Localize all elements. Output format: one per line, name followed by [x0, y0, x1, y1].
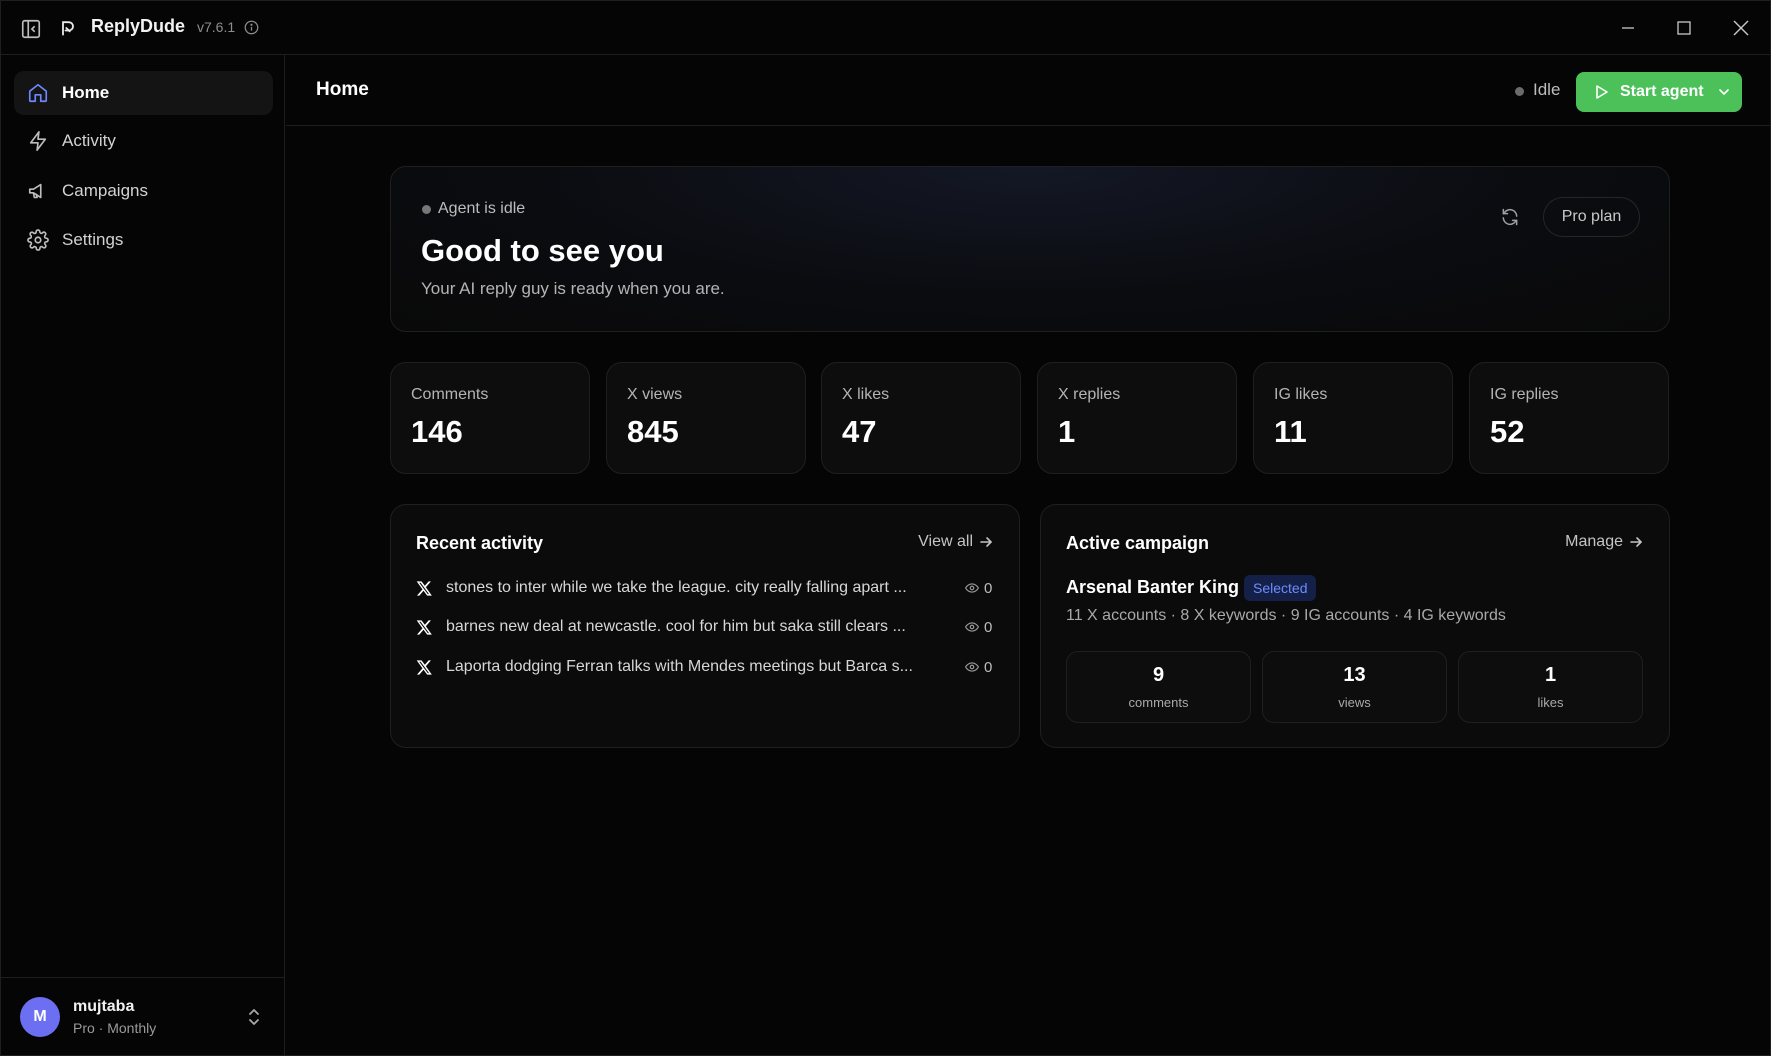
stat-card-x-views: X views 845 — [606, 362, 806, 474]
start-agent-button[interactable]: Start agent — [1576, 72, 1742, 112]
campaign-stat-value: 13 — [1343, 664, 1366, 686]
user-menu[interactable]: M mujtaba Pro · Monthly — [1, 977, 284, 1056]
x-logo-icon — [416, 580, 432, 596]
welcome-subtitle: Your AI reply guy is ready when you are. — [421, 279, 725, 298]
campaign-stat-label: comments — [1128, 695, 1189, 710]
activity-text: stones to inter while we take the league… — [446, 579, 907, 596]
recent-activity-panel: Recent activity View all stones to inter… — [390, 504, 1020, 748]
campaign-stat-likes: 1 likes — [1458, 651, 1643, 723]
gear-icon — [27, 229, 49, 251]
agent-status: Idle — [1533, 80, 1561, 99]
home-icon — [28, 83, 48, 103]
campaign-meta: 11 X accounts · 8 X keywords · 9 IG acco… — [1066, 607, 1506, 624]
eye-icon — [965, 583, 979, 593]
stat-label: IG replies — [1490, 386, 1559, 403]
status-dot — [422, 205, 431, 214]
status-dot — [1515, 87, 1524, 96]
manage-label: Manage — [1565, 533, 1623, 550]
arrow-right-icon — [980, 537, 992, 547]
campaign-stat-views: 13 views — [1262, 651, 1447, 723]
stat-value: 1 — [1058, 414, 1076, 449]
active-campaign-panel: Active campaign Manage Arsenal Banter Ki… — [1040, 504, 1670, 748]
stat-value: 11 — [1274, 414, 1307, 449]
app-version: v7.6.1 — [197, 19, 236, 35]
panel-title: Recent activity — [416, 533, 544, 553]
maximize-button[interactable] — [1671, 15, 1697, 41]
title-bar: ReplyDude v7.6.1 — [1, 1, 1770, 55]
agent-status-text: Agent is idle — [438, 200, 526, 217]
campaign-stat-label: likes — [1537, 695, 1564, 710]
stat-card-ig-likes: IG likes 11 — [1253, 362, 1453, 474]
view-all-label: View all — [918, 533, 973, 550]
stat-label: IG likes — [1274, 386, 1328, 403]
close-button[interactable] — [1728, 15, 1754, 41]
view-all-link[interactable]: View all — [918, 533, 993, 551]
panel-title: Active campaign — [1066, 533, 1210, 553]
eye-icon — [965, 662, 979, 672]
sidebar-toggle-icon[interactable] — [20, 18, 42, 40]
avatar: M — [20, 997, 60, 1037]
eye-icon — [965, 622, 979, 632]
stat-value: 146 — [411, 414, 463, 449]
sidebar-item-label: Activity — [62, 131, 116, 150]
manage-link[interactable]: Manage — [1565, 533, 1643, 551]
stat-card-comments: Comments 146 — [390, 362, 590, 474]
plan-pill[interactable]: Pro plan — [1543, 197, 1640, 237]
welcome-title: Good to see you — [421, 233, 664, 268]
x-logo-icon — [416, 619, 432, 635]
stat-value: 845 — [627, 414, 679, 449]
stat-card-x-replies: X replies 1 — [1037, 362, 1237, 474]
campaign-name: Arsenal Banter King — [1066, 577, 1240, 597]
refresh-icon[interactable] — [1500, 207, 1520, 227]
stat-label: X likes — [842, 386, 890, 403]
chevron-up-down-icon[interactable] — [245, 1006, 263, 1028]
user-name: mujtaba — [73, 998, 135, 1015]
stat-value: 52 — [1490, 414, 1525, 449]
sidebar-item-label: Campaigns — [62, 181, 148, 200]
welcome-card: Agent is idle Good to see you Your AI re… — [390, 166, 1670, 332]
stat-label: Comments — [411, 386, 489, 403]
user-plan: Pro · Monthly — [73, 1020, 157, 1036]
activity-text: barnes new deal at newcastle. cool for h… — [446, 618, 906, 635]
lightning-icon — [29, 131, 47, 151]
sidebar-item-activity[interactable]: Activity — [14, 119, 273, 163]
megaphone-icon — [28, 183, 42, 199]
app-name: ReplyDude — [91, 16, 186, 36]
info-icon[interactable] — [244, 20, 259, 35]
sidebar-item-campaigns[interactable]: Campaigns — [14, 169, 273, 213]
sidebar-item-home[interactable]: Home — [14, 71, 273, 115]
sidebar-item-label: Settings — [62, 230, 124, 249]
activity-views: 0 — [984, 658, 993, 676]
activity-views: 0 — [984, 618, 993, 636]
stat-card-x-likes: X likes 47 — [821, 362, 1021, 474]
main-header: Home Idle Start agent — [286, 55, 1771, 126]
sidebar: Home Activity Campaigns Settings M mujta… — [1, 55, 285, 1056]
stat-value: 47 — [842, 414, 877, 449]
activity-text: Laporta dodging Ferran talks with Mendes… — [446, 658, 913, 675]
campaign-stat-comments: 9 comments — [1066, 651, 1251, 723]
minimize-button[interactable] — [1615, 15, 1641, 41]
activity-views: 0 — [984, 579, 993, 597]
sidebar-item-label: Home — [62, 83, 110, 102]
start-agent-label: Start agent — [1620, 83, 1704, 100]
chevron-down-icon[interactable] — [1718, 86, 1730, 98]
activity-item[interactable]: stones to inter while we take the league… — [416, 576, 1001, 600]
sidebar-item-settings[interactable]: Settings — [14, 218, 273, 262]
replydude-logo-icon — [62, 21, 74, 36]
arrow-right-icon — [1630, 537, 1642, 547]
app-window: ReplyDude v7.6.1 Home Activity Campaigns… — [0, 0, 1771, 1056]
campaign-stat-value: 1 — [1544, 664, 1557, 686]
selected-badge: Selected — [1244, 575, 1317, 601]
stat-card-ig-replies: IG replies 52 — [1469, 362, 1669, 474]
campaign-stat-label: views — [1338, 695, 1371, 710]
x-logo-icon — [416, 659, 432, 675]
activity-item[interactable]: Laporta dodging Ferran talks with Mendes… — [416, 655, 1001, 679]
campaign-stat-value: 9 — [1152, 664, 1165, 686]
activity-item[interactable]: barnes new deal at newcastle. cool for h… — [416, 615, 1001, 639]
stat-label: X views — [627, 386, 683, 403]
stat-label: X replies — [1058, 386, 1121, 403]
page-title: Home — [316, 79, 369, 100]
play-icon — [1596, 85, 1608, 99]
